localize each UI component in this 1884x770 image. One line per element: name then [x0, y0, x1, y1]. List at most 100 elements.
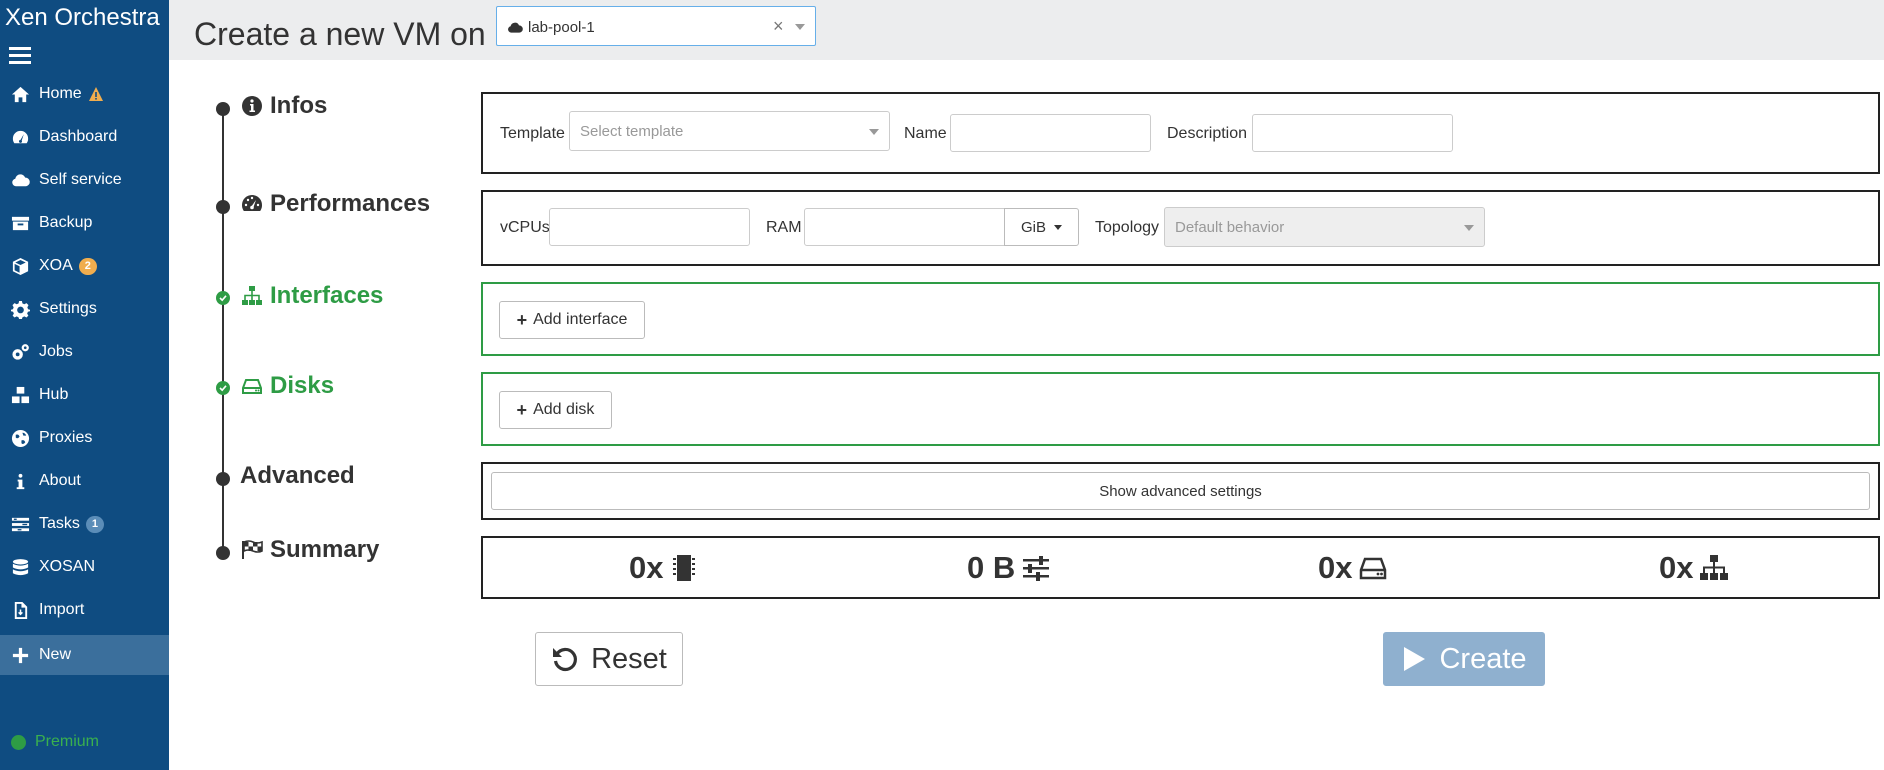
- template-label: Template: [500, 125, 565, 142]
- ram-unit-dropdown[interactable]: GiB: [1004, 208, 1079, 246]
- premium-label: Premium: [35, 733, 100, 750]
- dashboard-icon: [240, 192, 264, 216]
- sidebar-item-proxies[interactable]: Proxies: [0, 418, 169, 458]
- step-label: Summary: [270, 536, 380, 563]
- name-input[interactable]: [950, 114, 1151, 152]
- vcpus-label: vCPUs: [500, 219, 550, 236]
- tasks-badge: 1: [85, 515, 104, 533]
- show-advanced-settings-label: Show advanced settings: [1099, 482, 1262, 500]
- info-circle-icon: [240, 94, 264, 118]
- topology-select[interactable]: Default behavior: [1164, 207, 1485, 247]
- step-advanced: Advanced: [240, 462, 355, 490]
- template-select[interactable]: Select template: [569, 111, 890, 151]
- sidebar-item-self-service[interactable]: Self service: [0, 160, 169, 200]
- steps-timeline: [222, 108, 224, 554]
- brand-title[interactable]: Xen Orchestra: [5, 4, 160, 32]
- sidebar-item-hub[interactable]: Hub: [0, 375, 169, 415]
- sidebar-item-label: Import: [39, 601, 85, 618]
- advanced-panel: Show advanced settings: [481, 462, 1880, 520]
- topology-placeholder: Default behavior: [1175, 219, 1285, 236]
- sitemap-icon: [240, 284, 264, 308]
- summary-panel: 0x 0 B 0x 0x: [481, 536, 1880, 599]
- tasks-icon: [10, 514, 30, 534]
- ram-input[interactable]: [804, 208, 1005, 246]
- step-label: Advanced: [240, 462, 355, 489]
- hamburger-menu-icon[interactable]: [9, 45, 31, 65]
- sidebar-item-label: XOSAN: [39, 558, 96, 575]
- step-label: Interfaces: [270, 282, 384, 309]
- microchip-icon: [673, 555, 696, 581]
- description-input[interactable]: [1252, 114, 1453, 152]
- sidebar-item-tasks[interactable]: Tasks 1: [0, 504, 169, 544]
- plus-icon: +: [516, 309, 528, 330]
- add-interface-label: Add interface: [533, 311, 628, 328]
- step-disks: Disks: [240, 372, 334, 400]
- vcpus-input[interactable]: [549, 208, 750, 246]
- show-advanced-settings-button[interactable]: Show advanced settings: [491, 472, 1870, 510]
- pool-select[interactable]: lab-pool-1 ×: [496, 6, 816, 46]
- chevron-down-icon[interactable]: [795, 24, 805, 30]
- chevron-down-icon: [1464, 225, 1474, 231]
- plus-icon: +: [516, 399, 528, 420]
- premium-status[interactable]: Premium: [11, 733, 99, 751]
- add-disk-button[interactable]: + Add disk: [499, 391, 612, 429]
- cubes-icon: [10, 385, 30, 405]
- gear-icon: [10, 299, 30, 319]
- reset-button[interactable]: Reset: [535, 632, 683, 686]
- create-label: Create: [1439, 642, 1527, 675]
- sidebar-item-new[interactable]: New: [0, 635, 169, 675]
- create-button[interactable]: Create: [1383, 632, 1545, 686]
- name-label: Name: [904, 125, 947, 142]
- chevron-down-icon: [869, 129, 879, 135]
- step-dot-summary: [216, 546, 230, 560]
- add-interface-button[interactable]: + Add interface: [499, 301, 645, 339]
- pool-select-value: lab-pool-1: [528, 19, 595, 36]
- sidebar-item-home[interactable]: Home: [0, 74, 169, 114]
- step-label: Infos: [270, 92, 328, 119]
- cloud-icon: [10, 170, 30, 190]
- reset-label: Reset: [591, 642, 667, 675]
- add-disk-label: Add disk: [533, 401, 595, 418]
- plus-icon: [10, 645, 30, 665]
- sidebar-item-xosan[interactable]: XOSAN: [0, 547, 169, 587]
- disks-panel: + Add disk: [481, 372, 1880, 446]
- gears-icon: [10, 342, 30, 362]
- summary-ram-value: 0 B: [967, 550, 1016, 585]
- sidebar-item-label: Jobs: [39, 343, 73, 360]
- sidebar-item-dashboard[interactable]: Dashboard: [0, 117, 169, 157]
- clear-icon[interactable]: ×: [773, 16, 784, 37]
- sidebar-item-jobs[interactable]: Jobs: [0, 332, 169, 372]
- ram-label: RAM: [766, 219, 802, 236]
- sidebar-item-label: Self service: [39, 171, 122, 188]
- sidebar-item-label: Hub: [39, 386, 69, 403]
- summary-disks: 0x: [1318, 550, 1388, 586]
- sidebar-item-label: Dashboard: [39, 128, 118, 145]
- sidebar-item-xoa[interactable]: XOA 2: [0, 246, 169, 286]
- file-import-icon: [10, 600, 30, 620]
- step-interfaces: Interfaces: [240, 282, 383, 310]
- description-label: Description: [1167, 125, 1248, 142]
- sidebar-item-settings[interactable]: Settings: [0, 289, 169, 329]
- page-title: Create a new VM on: [194, 16, 486, 52]
- undo-icon: [553, 647, 578, 672]
- sidebar-item-label: Proxies: [39, 429, 93, 446]
- ram-unit-label: GiB: [1020, 218, 1046, 236]
- step-dot-interfaces: [216, 291, 230, 305]
- sidebar-item-import[interactable]: Import: [0, 590, 169, 630]
- sitemap-icon: [1700, 555, 1729, 580]
- premium-icon: [11, 734, 26, 750]
- hdd-icon: [240, 374, 264, 398]
- sidebar-item-label: Home: [39, 85, 82, 102]
- cloud-icon: [508, 22, 523, 33]
- step-dot-performances: [216, 200, 230, 214]
- sidebar-item-label: XOA: [39, 257, 73, 274]
- sidebar-item-about[interactable]: About: [0, 461, 169, 501]
- dashboard-icon: [10, 127, 30, 147]
- sidebar-item-backup[interactable]: Backup: [0, 203, 169, 243]
- home-icon: [10, 84, 30, 104]
- summary-interfaces-value: 0x: [1659, 550, 1694, 585]
- xoa-badge: 2: [78, 257, 97, 275]
- caret-down-icon: [1054, 224, 1062, 230]
- step-label: Performances: [270, 190, 431, 217]
- sidebar-item-label: Tasks: [39, 515, 80, 532]
